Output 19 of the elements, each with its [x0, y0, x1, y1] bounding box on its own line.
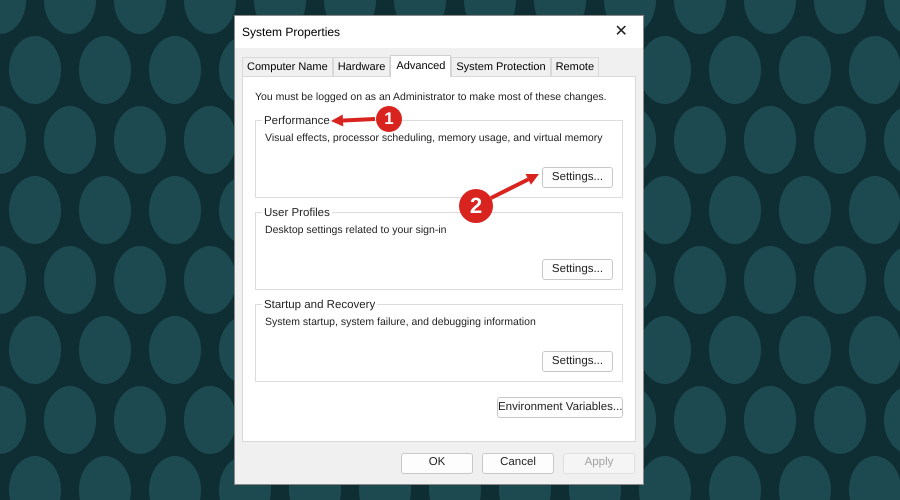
dialog-button[interactable]: Cancel: [482, 452, 554, 474]
callout-arrow: [331, 114, 376, 126]
notice-text: You must be logged on as an Administrator to make most of these changes.: [255, 90, 608, 105]
tab[interactable]: Advanced: [390, 55, 452, 77]
settings-button[interactable]: Settings...: [542, 258, 613, 280]
group-description: System startup, system failure, and debugging information: [265, 314, 537, 330]
group-description: Visual effects, processor scheduling, memory usage, and virtual memory: [265, 130, 604, 146]
environment-variables-button[interactable]: Environment Variables...: [497, 396, 623, 418]
settings-button[interactable]: Settings...: [542, 350, 613, 372]
group-description: Desktop settings related to your sign-in: [265, 222, 448, 238]
settings-button[interactable]: Settings...: [542, 166, 613, 188]
tab[interactable]: System Protection: [451, 57, 551, 76]
tab[interactable]: Remote: [550, 57, 600, 76]
callout-arrow: [490, 174, 539, 200]
tab[interactable]: Hardware: [332, 57, 390, 76]
close-button[interactable]: ✕: [599, 16, 643, 48]
window-title: System Properties: [242, 24, 340, 41]
dialog-button[interactable]: OK: [401, 452, 473, 474]
tab[interactable]: Computer Name: [242, 57, 333, 76]
